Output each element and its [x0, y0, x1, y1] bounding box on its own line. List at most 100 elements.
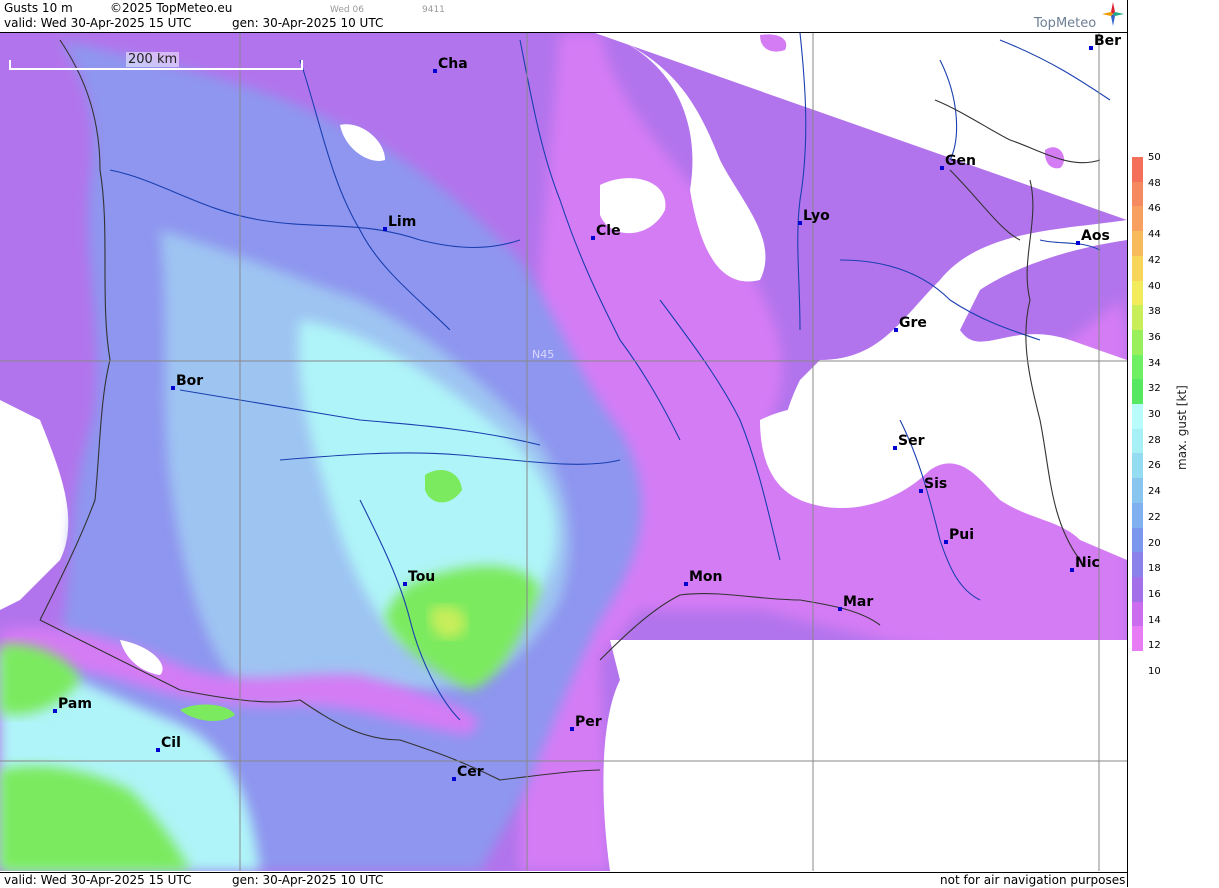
city-label: Cle — [596, 223, 621, 239]
logo-text: TopMeteo — [1034, 16, 1097, 31]
legend-tick-label: 28 — [1148, 434, 1161, 446]
city-marker — [403, 582, 407, 586]
city-label: Lyo — [803, 208, 830, 224]
legend-tick-label: 16 — [1148, 588, 1161, 600]
city-label: Mon — [689, 569, 723, 585]
city-label: Cer — [457, 764, 484, 780]
footer-valid: valid: Wed 30-Apr-2025 15 UTC — [4, 873, 192, 887]
legend-swatch — [1132, 305, 1143, 331]
city-marker — [433, 69, 437, 73]
city-label: Pam — [58, 696, 92, 712]
city-marker — [1070, 568, 1074, 572]
legend-swatch — [1132, 626, 1143, 652]
city-marker — [684, 582, 688, 586]
legend-swatch — [1132, 280, 1143, 306]
legend-tick-label: 34 — [1148, 357, 1161, 369]
legend-swatch — [1132, 428, 1143, 454]
legend-swatch — [1132, 404, 1143, 430]
legend-tick-label: 42 — [1148, 254, 1161, 266]
legend-tick-label: 48 — [1148, 177, 1161, 189]
city-label: Aos — [1081, 228, 1110, 244]
city-marker — [919, 489, 923, 493]
legend-tick-label: 14 — [1148, 614, 1161, 626]
legend-swatch — [1132, 478, 1143, 504]
product-title: Gusts 10 m — [4, 1, 73, 15]
legend-swatch — [1132, 576, 1143, 603]
map-header: Gusts 10 m ©2025 TopMeteo.eu Wed 06 9411… — [0, 0, 1127, 33]
legend-tick-label: 26 — [1148, 460, 1161, 472]
legend-tick-label: 36 — [1148, 331, 1161, 343]
legend-swatch — [1132, 231, 1143, 257]
city-label: Gen — [945, 153, 976, 169]
city-marker — [591, 236, 595, 240]
city-label: Pui — [949, 527, 975, 543]
legend-tick-label: 10 — [1148, 666, 1161, 677]
legend-swatch — [1132, 527, 1143, 553]
city-label: Ber — [1094, 33, 1122, 49]
legend-swatch — [1132, 354, 1143, 380]
legend-tick-label: 22 — [1148, 511, 1161, 523]
city-label: Lim — [388, 214, 417, 230]
legend-tick-label: 32 — [1148, 383, 1161, 395]
city-label: Cil — [161, 735, 181, 751]
legend-tick-label: 24 — [1148, 486, 1161, 498]
city-marker — [894, 328, 898, 332]
city-label: Cha — [438, 56, 468, 72]
city-label: Nic — [1075, 555, 1100, 571]
valid-time: valid: Wed 30-Apr-2025 15 UTC — [4, 16, 192, 30]
copyright: ©2025 TopMeteo.eu — [110, 1, 233, 15]
legend-tick-label: 18 — [1148, 563, 1161, 575]
city-label: Tou — [408, 569, 436, 585]
city-marker — [1089, 46, 1093, 50]
legend-tick-label: 38 — [1148, 306, 1161, 318]
footer-gen: gen: 30-Apr-2025 10 UTC — [232, 873, 384, 887]
legend-swatch — [1132, 329, 1143, 356]
scale-bar-label: 200 km — [126, 52, 180, 67]
city-marker — [798, 221, 802, 225]
city-marker — [171, 386, 175, 390]
legend-swatch — [1132, 181, 1143, 207]
city-marker — [1076, 241, 1080, 245]
legend-swatch — [1132, 157, 1143, 183]
city-label: Per — [575, 714, 602, 730]
legend-swatch — [1132, 453, 1143, 479]
city-marker — [838, 607, 842, 611]
legend-tick-label: 46 — [1148, 203, 1161, 215]
city-marker — [944, 540, 948, 544]
legend-tick-label: 20 — [1148, 537, 1161, 549]
city-label: Sis — [924, 476, 948, 492]
legend-swatch — [1132, 206, 1143, 232]
city-marker — [893, 446, 897, 450]
legend-swatch — [1132, 552, 1143, 578]
legend-tick-label: 30 — [1148, 409, 1161, 420]
grid-label-n45: N45 — [532, 348, 555, 361]
city-label: Gre — [899, 315, 927, 331]
city-label: Bor — [176, 373, 204, 389]
legend-tick-label: 50 — [1148, 152, 1161, 163]
city-marker — [156, 748, 160, 752]
legend-tick-label: 40 — [1148, 280, 1161, 292]
city-label: Ser — [898, 433, 925, 449]
city-marker — [940, 166, 944, 170]
legend-colorbar — [1132, 157, 1143, 652]
panel-divider — [1127, 0, 1128, 887]
city-marker — [452, 777, 456, 781]
city-marker — [383, 227, 387, 231]
legend-tick-label: 12 — [1148, 640, 1161, 652]
legend-swatch — [1132, 379, 1143, 405]
compass-star-icon — [1102, 2, 1124, 26]
legend-swatch — [1132, 601, 1143, 627]
legend-tick-label: 44 — [1148, 229, 1161, 241]
navigation-disclaimer: not for air navigation purposes — [940, 873, 1126, 887]
day-tag: Wed 06 — [330, 5, 364, 15]
city-marker — [570, 727, 574, 731]
gen-time: gen: 30-Apr-2025 10 UTC — [232, 16, 384, 30]
map-footer: valid: Wed 30-Apr-2025 15 UTC gen: 30-Ap… — [0, 872, 1127, 888]
legend-title: max. gust [kt] — [1175, 385, 1189, 470]
legend-swatch — [1132, 502, 1143, 528]
legend-swatch — [1132, 255, 1143, 281]
topmeteo-logo: TopMeteo — [1034, 16, 1096, 31]
city-label: Mar — [843, 594, 874, 610]
chart-code: 9411 — [422, 5, 445, 15]
city-marker — [53, 709, 57, 713]
